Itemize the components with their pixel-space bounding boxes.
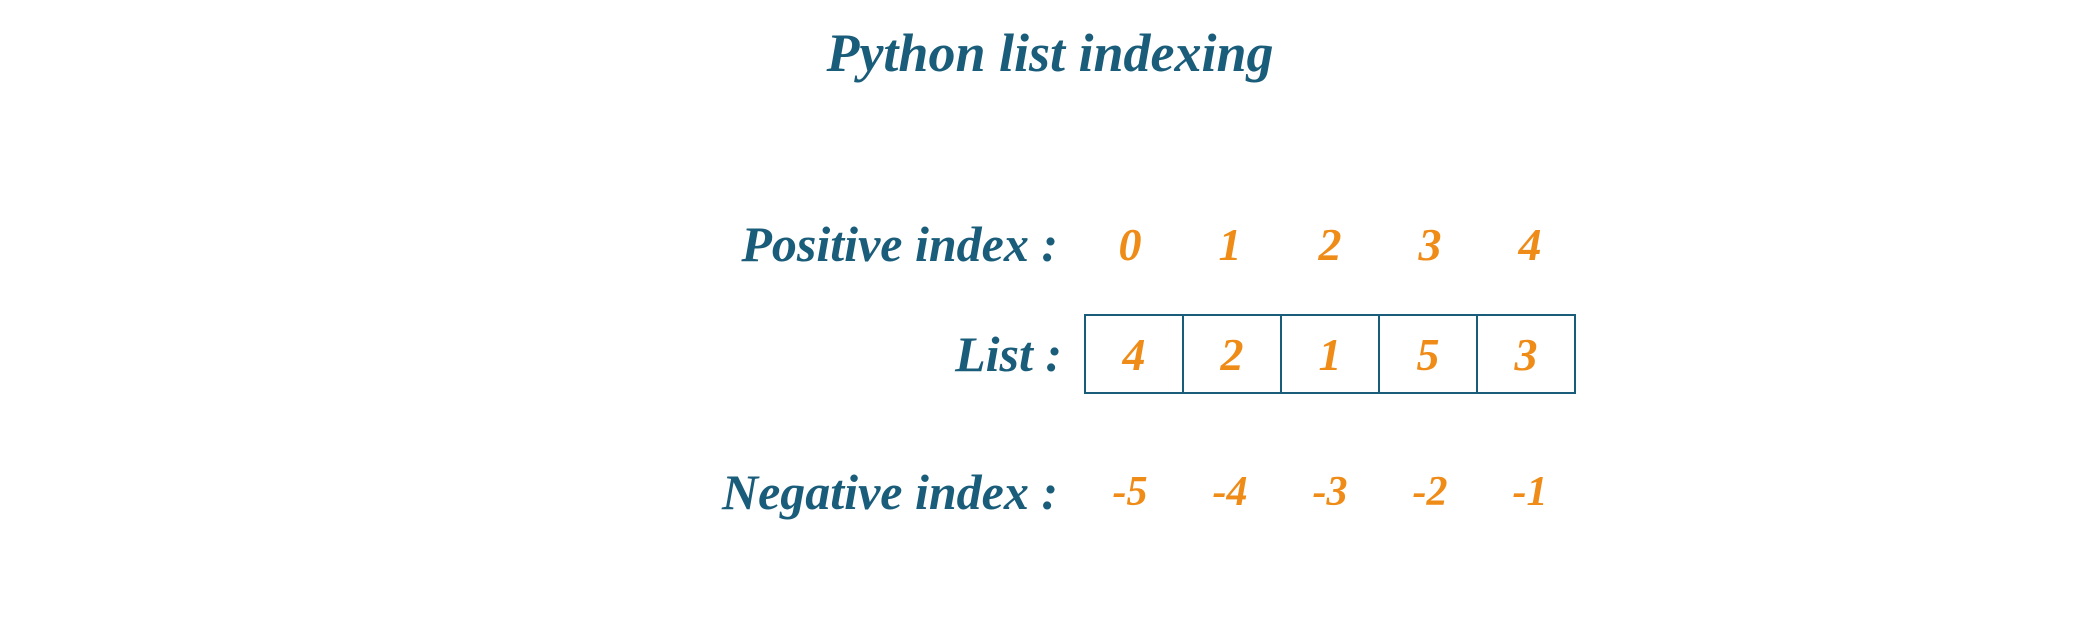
list-cells: 4 2 1 5 3 xyxy=(1084,314,1576,394)
negative-index-cell: -1 xyxy=(1480,452,1580,532)
list-row: List : 4 2 1 5 3 xyxy=(524,314,1576,394)
positive-index-cell: 1 xyxy=(1180,204,1280,284)
diagram-title: Python list indexing xyxy=(826,22,1273,84)
negative-index-cell: -5 xyxy=(1080,452,1180,532)
list-cell: 3 xyxy=(1476,314,1576,394)
positive-index-cell: 2 xyxy=(1280,204,1380,284)
list-cell: 2 xyxy=(1182,314,1282,394)
positive-index-cell: 4 xyxy=(1480,204,1580,284)
list-cell: 5 xyxy=(1378,314,1478,394)
list-cell: 1 xyxy=(1280,314,1380,394)
positive-index-cell: 0 xyxy=(1080,204,1180,284)
list-label: List : xyxy=(524,325,1084,383)
negative-index-cell: -3 xyxy=(1280,452,1380,532)
positive-index-cells: 0 1 2 3 4 xyxy=(1080,204,1580,284)
negative-index-cell: -2 xyxy=(1380,452,1480,532)
negative-index-label: Negative index : xyxy=(520,463,1080,521)
negative-index-row: Negative index : -5 -4 -3 -2 -1 xyxy=(520,452,1580,532)
positive-index-label: Positive index : xyxy=(520,215,1080,273)
list-cell: 4 xyxy=(1084,314,1184,394)
diagram-container: Python list indexing Positive index : 0 … xyxy=(0,0,2100,636)
negative-index-cell: -4 xyxy=(1180,452,1280,532)
negative-index-cells: -5 -4 -3 -2 -1 xyxy=(1080,452,1580,532)
positive-index-cell: 3 xyxy=(1380,204,1480,284)
positive-index-row: Positive index : 0 1 2 3 4 xyxy=(520,204,1580,284)
